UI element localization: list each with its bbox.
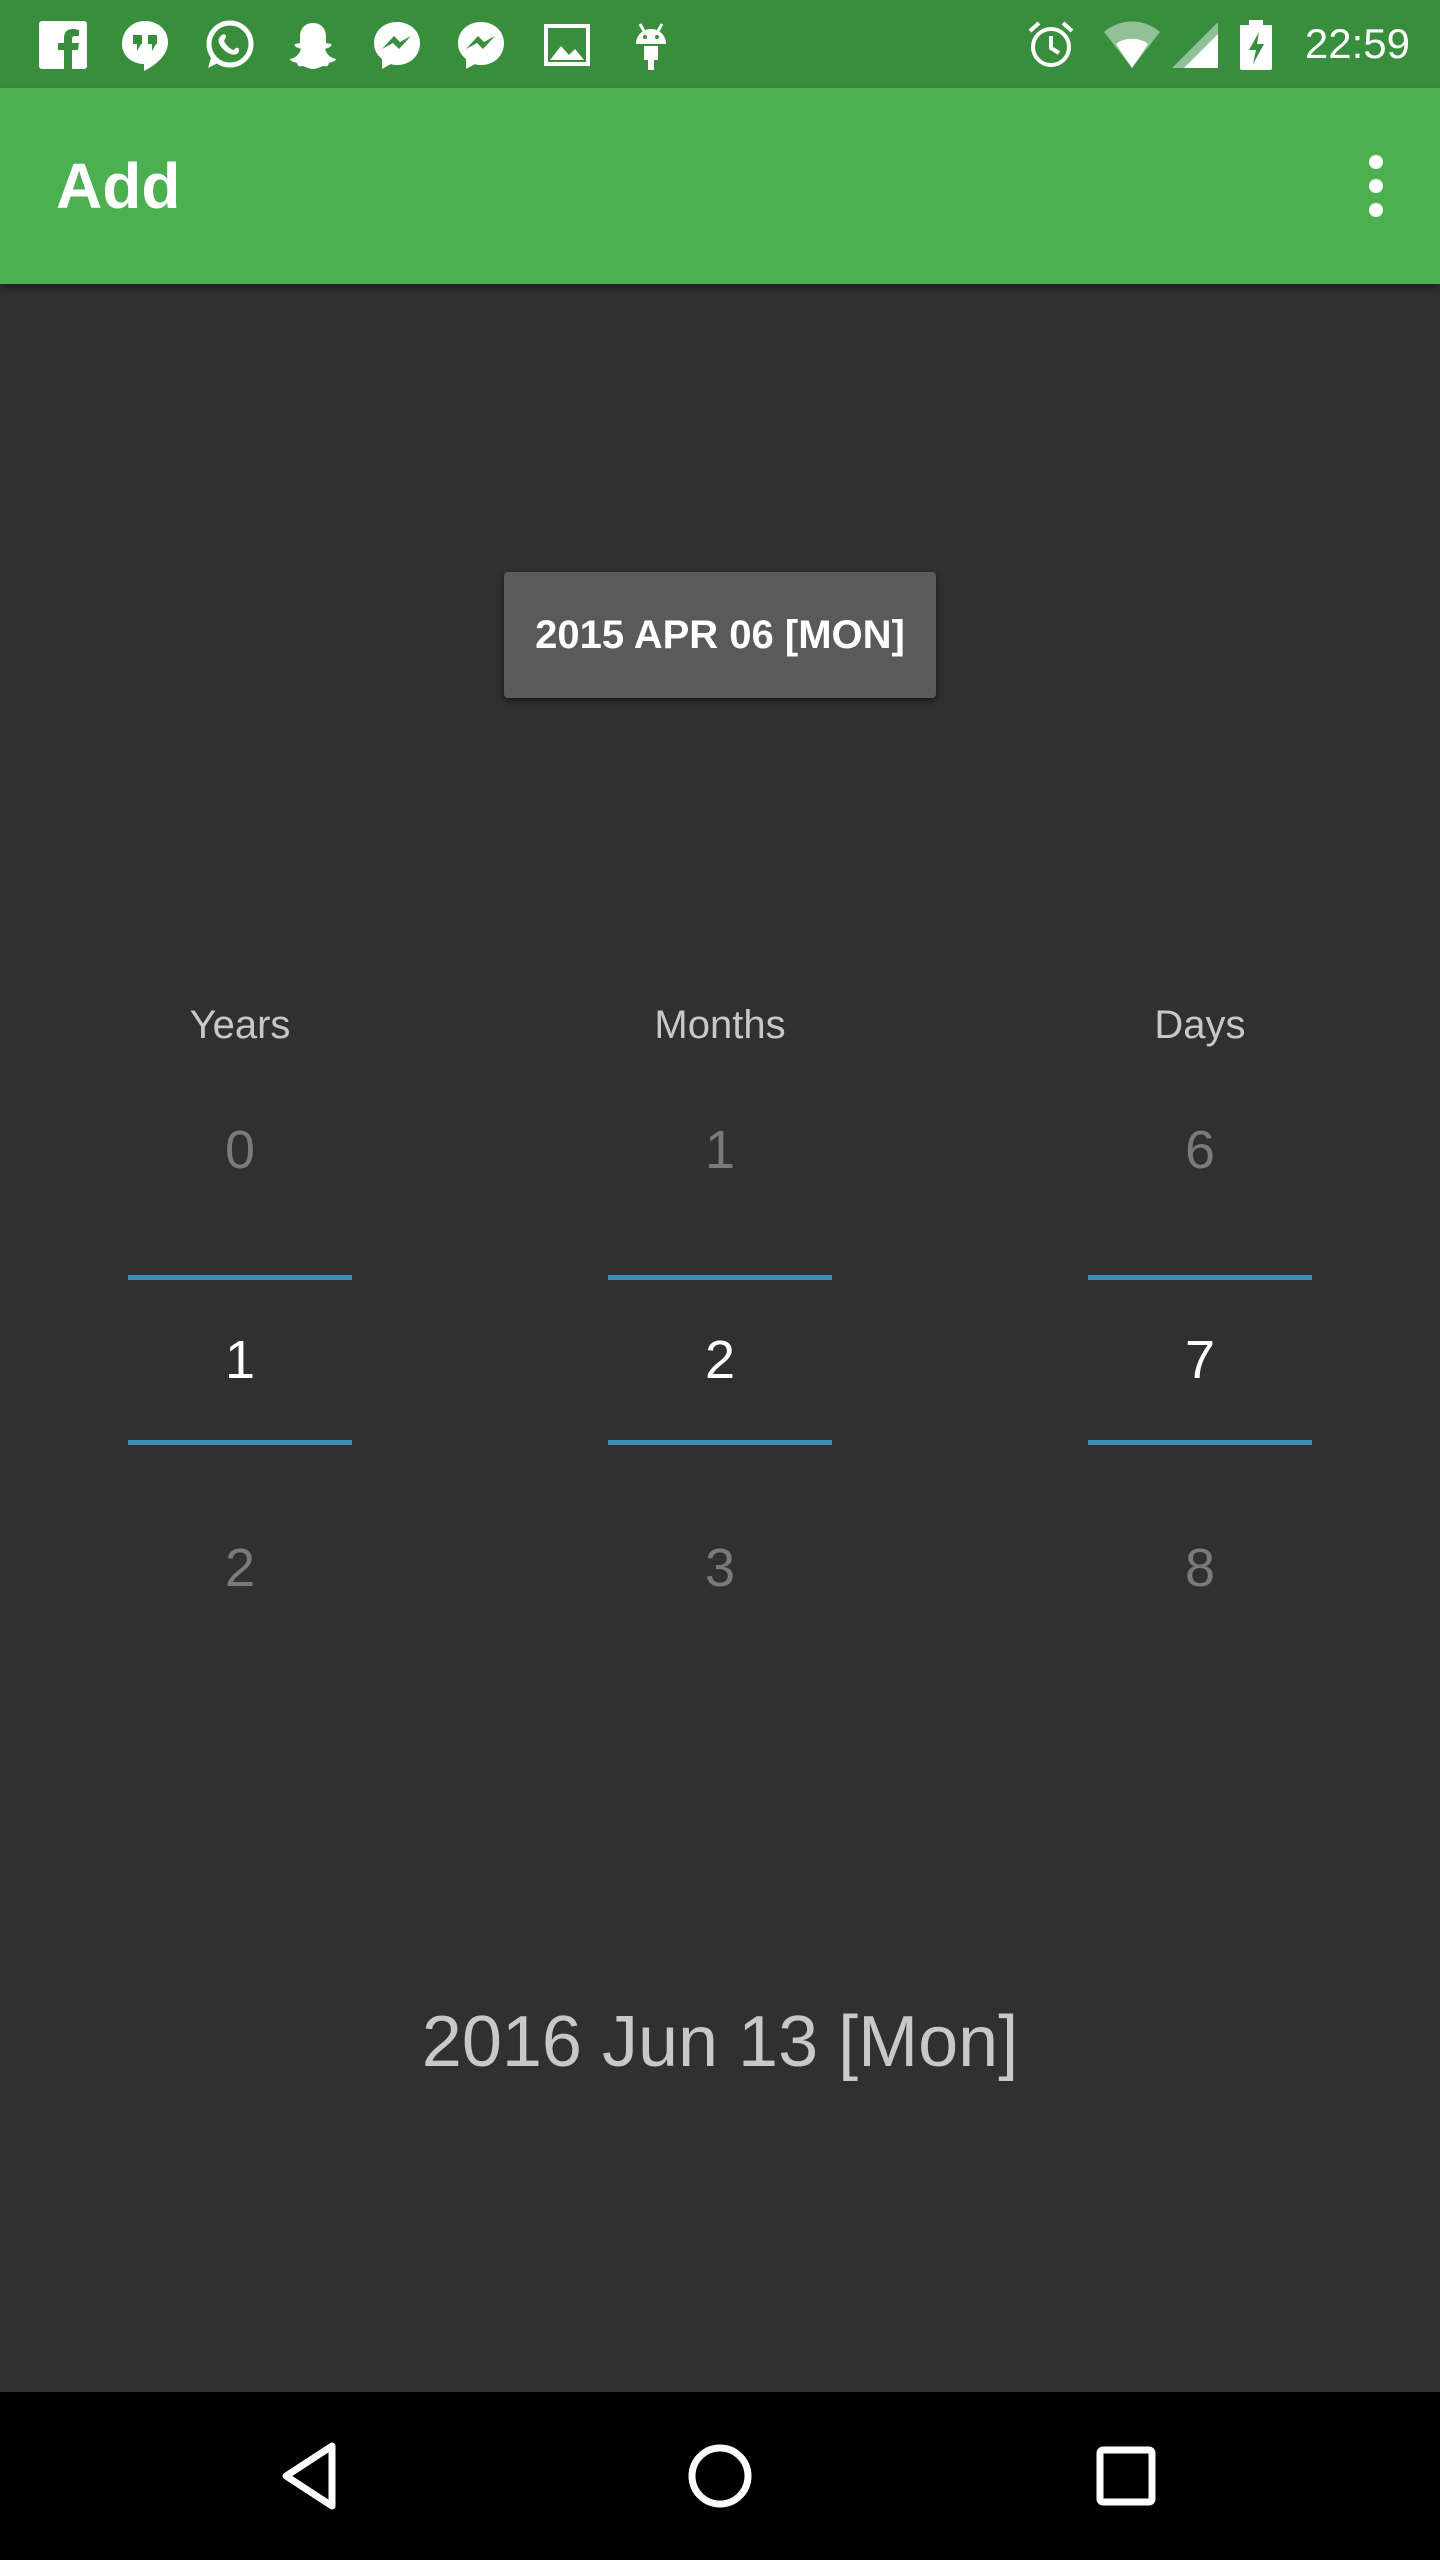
app-bar: Add [0, 88, 1440, 284]
recents-button[interactable] [1076, 2426, 1176, 2526]
months-prev-value[interactable]: 1 [560, 1110, 880, 1190]
years-picker[interactable]: Years 0 1 2 [80, 990, 400, 1630]
days-current-value[interactable]: 7 [1040, 1320, 1360, 1400]
days-picker[interactable]: Days 6 7 8 [1040, 990, 1360, 1630]
more-vert-icon [1369, 155, 1383, 217]
signal-icon [1170, 18, 1224, 72]
months-label: Months [654, 1003, 786, 1047]
status-time: 22:59 [1304, 20, 1410, 67]
days-divider-bottom [1088, 1440, 1312, 1445]
screen: 22:59 Add 2015 APR 06 [MON] Years 0 1 2 … [0, 0, 1440, 2560]
days-divider-top [1088, 1275, 1312, 1280]
months-picker[interactable]: Months 1 2 3 [560, 990, 880, 1630]
start-date-button[interactable]: 2015 APR 06 [MON] [504, 572, 936, 698]
months-current-value[interactable]: 2 [560, 1320, 880, 1400]
navigation-bar [0, 2392, 1440, 2560]
years-divider-top [128, 1275, 352, 1280]
messenger-icon [370, 18, 424, 72]
wifi-icon [1102, 18, 1162, 72]
page-title: Add [56, 150, 181, 222]
days-label: Days [1154, 1003, 1246, 1047]
home-button[interactable] [670, 2426, 770, 2526]
messenger-icon [454, 18, 508, 72]
months-divider-top [608, 1275, 832, 1280]
years-prev-value[interactable]: 0 [80, 1110, 400, 1190]
months-divider-bottom [608, 1440, 832, 1445]
months-next-value[interactable]: 3 [560, 1528, 880, 1608]
back-button[interactable] [264, 2426, 364, 2526]
status-bar: 22:59 [0, 0, 1440, 88]
recents-icon [1096, 2446, 1156, 2506]
home-icon [688, 2444, 752, 2508]
back-icon [282, 2442, 336, 2510]
alarm-icon [1024, 18, 1078, 72]
overflow-menu-button[interactable] [1344, 146, 1408, 226]
days-prev-value[interactable]: 6 [1040, 1110, 1360, 1190]
android-debug-icon [624, 18, 678, 72]
years-next-value[interactable]: 2 [80, 1528, 400, 1608]
whatsapp-icon [202, 18, 256, 72]
result-date: 2016 Jun 13 [Mon] [421, 2002, 1019, 2082]
battery-charging-icon [1236, 18, 1276, 72]
facebook-icon [36, 18, 90, 72]
days-next-value[interactable]: 8 [1040, 1528, 1360, 1608]
gallery-icon [540, 18, 594, 72]
hangouts-icon [118, 18, 172, 72]
snapchat-icon [286, 18, 340, 72]
years-divider-bottom [128, 1440, 352, 1445]
years-current-value[interactable]: 1 [80, 1320, 400, 1400]
years-label: Years [189, 1003, 291, 1047]
